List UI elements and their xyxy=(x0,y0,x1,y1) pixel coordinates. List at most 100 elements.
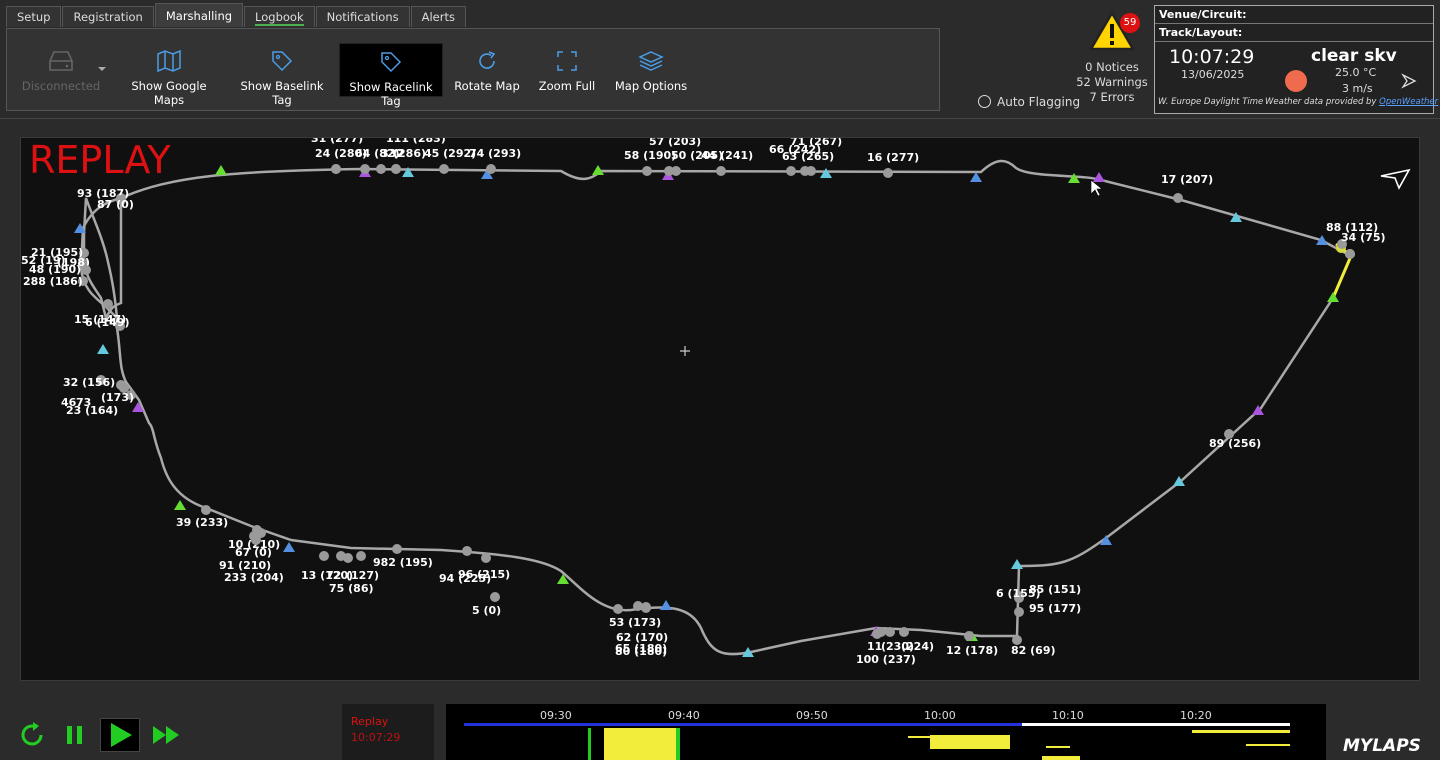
transponder-point[interactable] xyxy=(319,551,329,561)
transponder-point[interactable] xyxy=(376,164,386,174)
transponder-point[interactable] xyxy=(481,553,491,563)
timeline-played-range xyxy=(464,723,1022,726)
transponder-label: (224) xyxy=(901,640,934,653)
show-google-maps-button[interactable]: Show Google Maps xyxy=(115,43,223,107)
fast-forward-icon[interactable] xyxy=(152,725,182,745)
transponder-point[interactable] xyxy=(786,166,796,176)
current-time: 10:07:29 xyxy=(1169,46,1255,68)
transponder-point[interactable] xyxy=(899,627,909,637)
show-racelink-tag-button[interactable]: Show Racelink Tag xyxy=(339,43,443,108)
mouse-cursor-icon xyxy=(1090,179,1103,197)
transponder-label: 82 (69) xyxy=(1011,644,1056,657)
timeline-event-block xyxy=(604,728,676,760)
transponder-point[interactable] xyxy=(716,166,726,176)
rotate-map-button[interactable]: Rotate Map xyxy=(451,43,523,97)
track-marker-icon xyxy=(215,165,227,175)
transponder-label: 6 (149) xyxy=(85,316,130,329)
transponder-point[interactable] xyxy=(81,265,91,275)
play-button[interactable] xyxy=(100,718,140,752)
tab-setup[interactable]: Setup xyxy=(6,6,62,27)
transponder-point[interactable] xyxy=(331,164,341,174)
transponder-point[interactable] xyxy=(251,535,261,545)
zoom-full-button[interactable]: Zoom Full xyxy=(531,43,603,97)
timeline-event-block xyxy=(908,736,930,738)
transponder-point[interactable] xyxy=(883,168,893,178)
chevron-down-icon[interactable] xyxy=(98,67,106,72)
timeline-event-block xyxy=(1046,746,1070,748)
transponder-label: 87 (0) xyxy=(97,198,134,211)
transponder-label: (286) xyxy=(393,147,426,160)
transponder-point[interactable] xyxy=(462,546,472,556)
transponder-label: 72 xyxy=(326,569,341,582)
track-map[interactable]: REPLAY 31 (277) 111 (283) 24 (280) 64 (82) 3… xyxy=(20,137,1420,681)
transponder-label: 100 (237) xyxy=(856,653,916,666)
track-marker-icon xyxy=(820,168,832,178)
transponder-point[interactable] xyxy=(641,603,651,613)
track-marker-icon xyxy=(660,600,672,610)
map-options-button[interactable]: Map Options xyxy=(611,43,691,97)
transponder-label: 34 (75) xyxy=(1341,231,1386,244)
tab-registration[interactable]: Registration xyxy=(62,6,154,27)
track-label: Track/Layout: xyxy=(1155,24,1433,42)
auto-flagging-toggle[interactable]: Auto Flagging xyxy=(978,95,1080,109)
transponder-point[interactable] xyxy=(103,299,113,309)
transponder-label: 17 (207) xyxy=(1161,173,1213,186)
transponder-point[interactable] xyxy=(642,166,652,176)
timeline-remaining-range xyxy=(1022,723,1290,726)
openweather-link[interactable]: OpenWeather xyxy=(1379,97,1438,107)
transponder-label: 95 (177) xyxy=(1029,602,1081,615)
timeline-tick: 10:20 xyxy=(1180,709,1212,722)
header-divider xyxy=(0,118,1440,119)
track-map-canvas[interactable]: 31 (277) 111 (283)24 (280)64 (82)332(286)… xyxy=(21,138,1419,680)
transponder-point[interactable] xyxy=(356,551,366,561)
timeline-green-marker xyxy=(588,728,591,760)
transponder-point[interactable] xyxy=(201,505,211,515)
timeline[interactable]: 09:30 09:40 09:50 10:00 10:10 10:20 xyxy=(446,704,1326,760)
transponder-point[interactable] xyxy=(1173,193,1183,203)
tab-marshalling[interactable]: Marshalling xyxy=(154,3,244,27)
transponder-point[interactable] xyxy=(885,627,895,637)
replay-time: 10:07:29 xyxy=(351,731,401,744)
track-marker-icon xyxy=(1327,292,1339,302)
transponder-point[interactable] xyxy=(119,383,129,393)
alerts-summary[interactable]: 59 0 Notices 52 Warnings 7 Errors xyxy=(1074,10,1150,105)
transponder-point[interactable] xyxy=(343,553,353,563)
transponder-point[interactable] xyxy=(806,166,816,176)
track-marker-icon xyxy=(174,500,186,510)
tab-logbook[interactable]: Logbook xyxy=(244,6,315,27)
pause-icon[interactable] xyxy=(66,725,84,745)
transponder-label: 16 (277) xyxy=(867,151,919,164)
transponder-point[interactable] xyxy=(872,629,882,639)
disconnected-label: Disconnected xyxy=(21,79,101,93)
transponder-label: 39 (233) xyxy=(176,516,228,529)
tab-notifications[interactable]: Notifications xyxy=(315,6,410,27)
transponder-point[interactable] xyxy=(671,166,681,176)
transponder-label: 89 (256) xyxy=(1209,437,1261,450)
alert-count-badge: 59 xyxy=(1120,13,1140,33)
transponder-point[interactable] xyxy=(1345,249,1355,259)
transponder-point[interactable] xyxy=(439,164,449,174)
reload-icon[interactable] xyxy=(18,721,46,749)
tab-alerts[interactable]: Alerts xyxy=(410,6,466,27)
timeline-tick: 10:00 xyxy=(924,709,956,722)
transponder-point[interactable] xyxy=(490,592,500,602)
transponder-point[interactable] xyxy=(486,164,496,174)
weather-provider-prefix: Weather data provided by xyxy=(1265,97,1380,107)
transponder-point[interactable] xyxy=(613,604,623,614)
transponder-label: 6 (155) xyxy=(996,587,1041,600)
disconnected-button[interactable]: Disconnected xyxy=(15,43,107,97)
transponder-point[interactable] xyxy=(392,544,402,554)
transponder-label: 57 (203) xyxy=(649,138,701,148)
track-marker-icon xyxy=(1093,172,1105,182)
transponder-point[interactable] xyxy=(391,164,401,174)
transponder-label: 63 (265) xyxy=(782,150,834,163)
show-baselink-tag-button[interactable]: Show Baselink Tag xyxy=(231,43,333,107)
transponder-point[interactable] xyxy=(360,164,370,174)
transponder-label: 58 (190) xyxy=(624,149,676,162)
transponder-point[interactable] xyxy=(964,631,974,641)
transponder-label: 44 (241) xyxy=(701,149,753,162)
layers-icon xyxy=(638,51,664,71)
map-icon xyxy=(157,49,181,73)
transponder-point[interactable] xyxy=(1014,607,1024,617)
track-marker-icon xyxy=(283,542,295,552)
